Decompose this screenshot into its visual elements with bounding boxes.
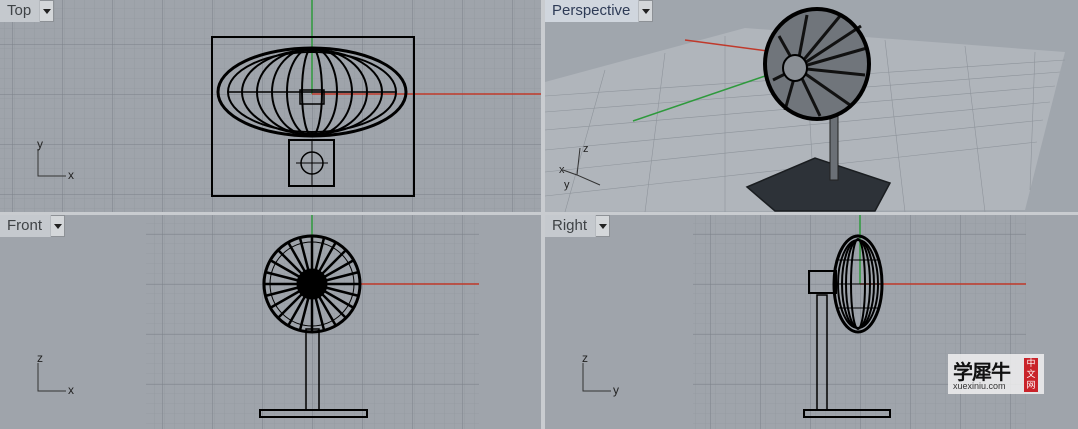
axis-gizmo: z x — [37, 351, 74, 397]
viewport-tab-right[interactable]: Right — [545, 215, 611, 237]
grid — [0, 0, 541, 212]
dropdown-arrow-icon[interactable] — [639, 0, 654, 22]
viewport-front[interactable]: z x Front — [0, 215, 541, 429]
hub — [296, 268, 328, 300]
gizmo-label-x: x — [559, 164, 565, 176]
gizmo-label-z: z — [583, 143, 589, 155]
viewport-title[interactable]: Perspective — [545, 0, 640, 22]
right-view-canvas: z y — [582, 215, 1026, 429]
watermark-logo: 学犀牛 xuexiniu.com 中文网 — [948, 354, 1044, 394]
viewport-title[interactable]: Right — [545, 215, 597, 237]
gizmo-label-x: x — [68, 383, 74, 397]
front-view-canvas: z x — [37, 215, 479, 429]
gizmo-label-z: z — [582, 351, 588, 365]
watermark-domain: xuexiniu.com — [953, 381, 1006, 391]
viewport-title[interactable]: Top — [0, 0, 41, 22]
gizmo-label-z: z — [37, 351, 43, 365]
viewport-top[interactable]: y x Top — [0, 0, 541, 212]
gizmo-label-y: y — [37, 137, 43, 151]
axis-gizmo: z y — [582, 351, 619, 397]
viewport-tab-front[interactable]: Front — [0, 215, 66, 237]
fan-hub — [782, 54, 808, 82]
gizmo-label-y: y — [564, 179, 570, 191]
fan-pole — [829, 111, 839, 181]
dropdown-arrow-icon[interactable] — [40, 0, 55, 22]
top-view-canvas: y x — [0, 0, 541, 212]
viewport-tab-top[interactable]: Top — [0, 0, 55, 22]
watermark-badge: 中文网 — [1024, 358, 1038, 392]
perspective-view-canvas: z x y — [545, 7, 1066, 212]
gizmo-label-y: y — [613, 383, 619, 397]
viewport-tab-perspective[interactable]: Perspective — [545, 0, 654, 22]
viewport-right[interactable]: z y Right — [545, 215, 1078, 429]
viewport-title[interactable]: Front — [0, 215, 52, 237]
dropdown-arrow-icon[interactable] — [596, 215, 611, 237]
gizmo-label-x: x — [68, 168, 74, 182]
dropdown-arrow-icon[interactable] — [51, 215, 66, 237]
viewport-perspective[interactable]: z x y Perspective — [545, 0, 1078, 212]
